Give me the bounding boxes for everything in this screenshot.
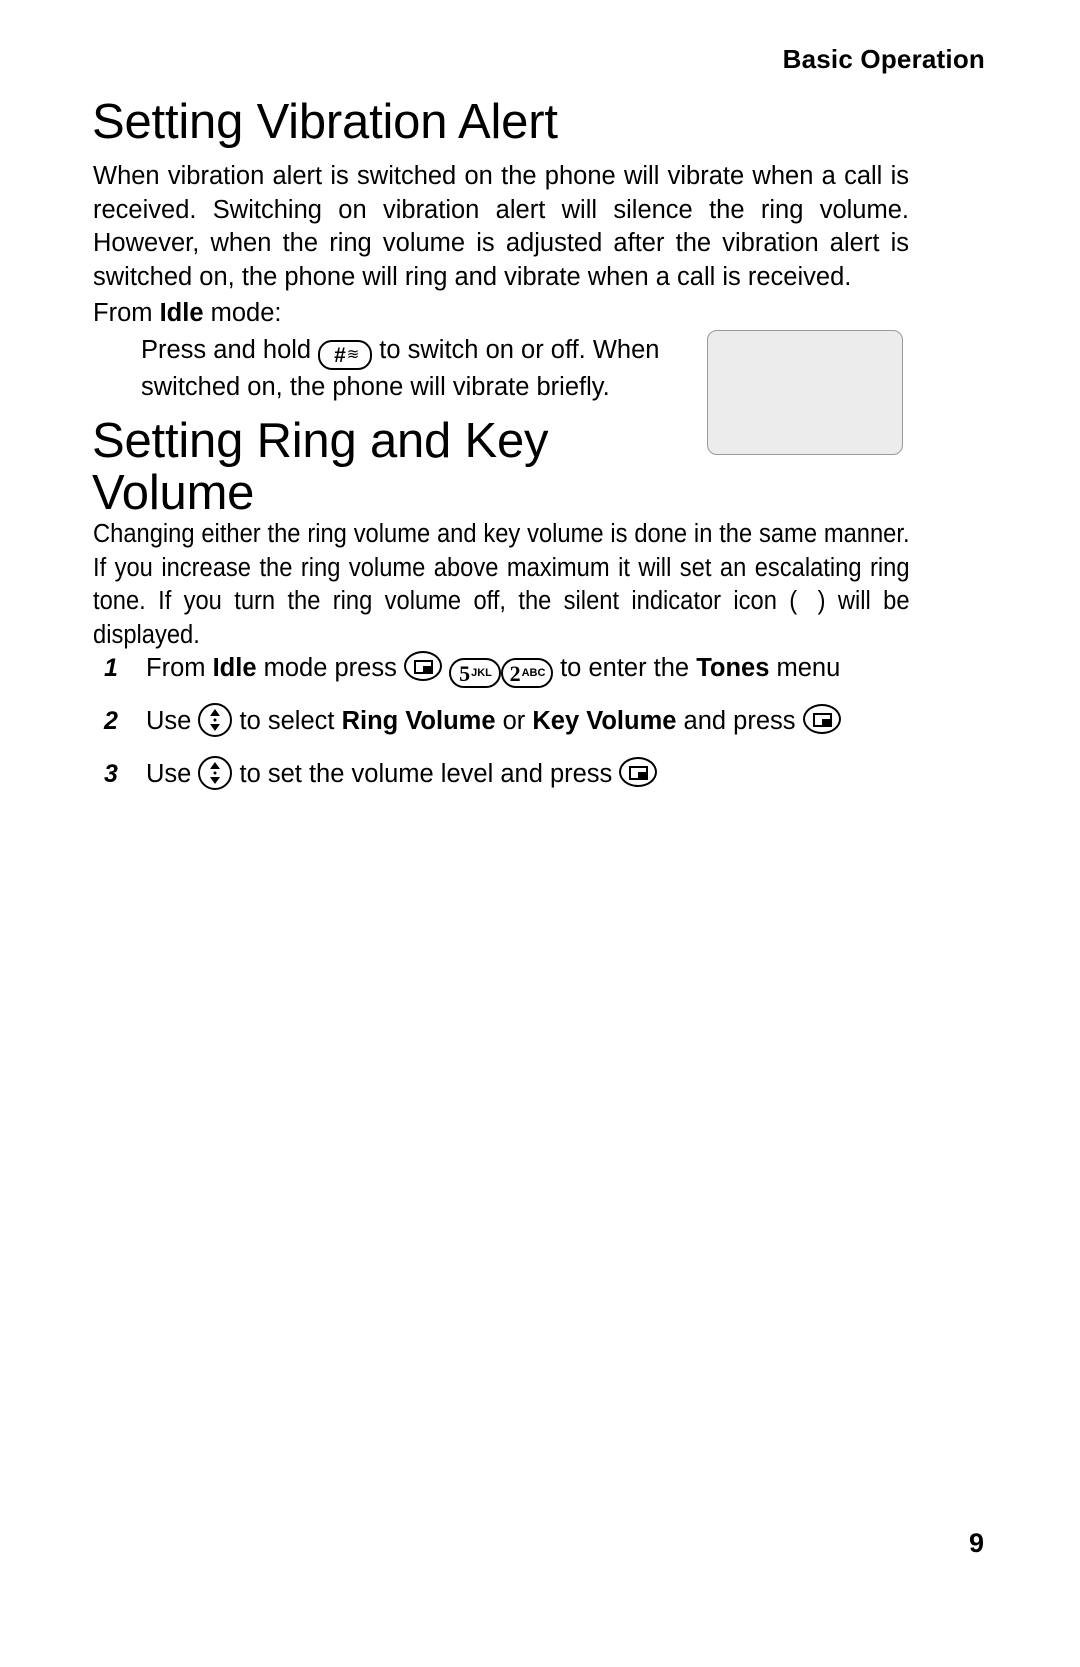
- step-3-text: Use to set the volume level and press: [146, 754, 934, 795]
- menu-box-glyph: [812, 713, 832, 727]
- from-idle-mode-line: From Idle mode:: [93, 297, 909, 331]
- step-2-bold-ring-volume: Ring Volume: [341, 707, 496, 735]
- step-1-part3: to enter the: [553, 654, 697, 682]
- navigation-key-icon[interactable]: [198, 703, 233, 737]
- step-3-part1: Use: [146, 760, 199, 788]
- hash-key-icon[interactable]: #≋: [318, 340, 373, 370]
- menu-key-icon[interactable]: [802, 704, 841, 734]
- press-hold-prefix: Press and hold: [141, 336, 319, 364]
- hash-symbol: #: [334, 344, 346, 367]
- phone-display-illustration: [707, 330, 903, 455]
- page-number: 9: [968, 1528, 984, 1558]
- wave-symbol: ≋: [346, 346, 360, 363]
- step-2-number: 2: [104, 707, 118, 735]
- from-idle-prefix: From: [93, 299, 160, 327]
- document-page: Basic Operation Setting Vibration Alert …: [0, 0, 1080, 1667]
- arrow-down-glyph: [210, 777, 221, 784]
- step-1-text: From Idle mode press 5JKL 2ABC to enter t…: [146, 648, 934, 689]
- step-2-part3: or: [495, 707, 533, 735]
- menu-box-glyph: [413, 660, 433, 674]
- key-5-digit: 5: [459, 661, 471, 686]
- running-header: Basic Operation: [782, 44, 985, 74]
- nav-center-dot: [213, 771, 217, 775]
- key-2-letters: ABC: [521, 667, 546, 679]
- paragraph-vibration-alert: When vibration alert is switched on the …: [93, 162, 909, 291]
- step-3-part2: to set the volume level and press: [232, 760, 620, 788]
- step-2-part1: Use: [146, 707, 199, 735]
- arrow-down-glyph: [210, 724, 221, 731]
- step-3: 3 Use to set the volume level and press: [104, 754, 934, 795]
- key-5-icon[interactable]: 5JKL: [449, 658, 502, 688]
- step-1-bold-tones: Tones: [696, 654, 770, 682]
- step-1-part1: From: [146, 654, 213, 682]
- key-5-letters: JKL: [471, 667, 492, 679]
- from-idle-suffix: mode:: [203, 299, 282, 327]
- numbered-steps-list: 1 From Idle mode press 5JKL 2ABC to enter…: [104, 648, 934, 807]
- step-2-part4: and press: [676, 707, 803, 735]
- arrow-up-glyph: [210, 762, 221, 769]
- key-2-digit: 2: [509, 661, 521, 686]
- key-2-icon[interactable]: 2ABC: [501, 658, 554, 688]
- nav-center-dot: [213, 718, 217, 722]
- step-1-bold-idle: Idle: [212, 654, 257, 682]
- paragraph-ring-key-volume: Changing either the ring volume and key …: [93, 518, 910, 652]
- step-1-number: 1: [104, 654, 118, 682]
- navigation-key-icon[interactable]: [198, 756, 233, 790]
- step-3-number: 3: [104, 760, 118, 788]
- step-2: 2 Use to select Ring Volume or Key Volum…: [104, 701, 934, 742]
- ring-volume-text-part1: Changing either the ring volume and key …: [93, 520, 910, 615]
- step-1-part2: mode press: [256, 654, 404, 682]
- menu-key-icon[interactable]: [619, 757, 658, 787]
- press-and-hold-instruction: Press and hold #≋ to switch on or off. W…: [141, 333, 701, 404]
- step-2-bold-key-volume: Key Volume: [532, 707, 677, 735]
- step-2-text: Use to select Ring Volume or Key Volume …: [146, 701, 934, 742]
- step-2-part2: to select: [232, 707, 342, 735]
- page-title-setting-vibration-alert: Setting Vibration Alert: [92, 95, 558, 149]
- menu-box-glyph: [629, 766, 649, 780]
- step-1: 1 From Idle mode press 5JKL 2ABC to enter…: [104, 648, 934, 689]
- page-title-setting-ring-and-key-volume: Setting Ring and Key Volume: [92, 414, 549, 520]
- arrow-up-glyph: [210, 709, 221, 716]
- menu-key-icon[interactable]: [403, 651, 442, 681]
- silent-indicator-inline-icon: [797, 594, 817, 612]
- idle-bold: Idle: [159, 299, 204, 327]
- step-1-part4: menu: [769, 654, 841, 682]
